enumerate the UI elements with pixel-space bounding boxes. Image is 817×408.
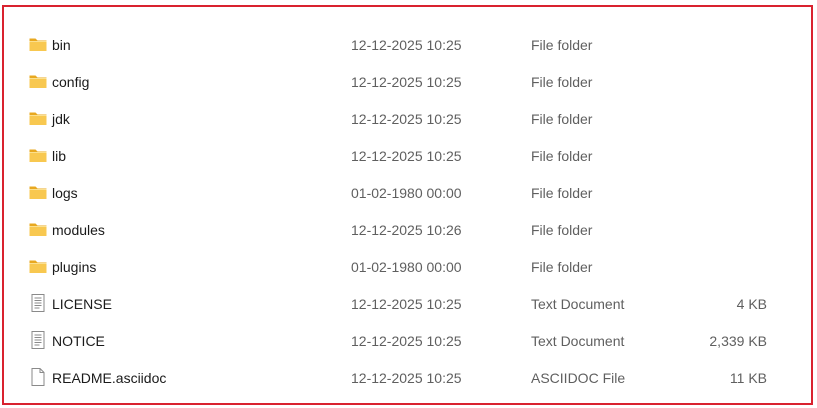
file-row-plugins[interactable]: plugins 01-02-1980 00:00 File folder xyxy=(4,249,811,286)
file-row-config[interactable]: config 12-12-2025 10:25 File folder xyxy=(4,64,811,101)
file-row-bin[interactable]: bin 12-12-2025 10:25 File folder xyxy=(4,27,811,64)
folder-icon xyxy=(28,256,48,276)
file-name: plugins xyxy=(52,259,97,275)
folder-icon xyxy=(28,108,48,128)
file-date-modified: 12-12-2025 10:25 xyxy=(351,296,462,312)
file-type: File folder xyxy=(531,222,593,238)
file-date-modified: 12-12-2025 10:25 xyxy=(351,148,462,164)
folder-icon xyxy=(28,34,48,54)
file-date-modified: 01-02-1980 00:00 xyxy=(351,259,462,275)
file-date-modified: 12-12-2025 10:25 xyxy=(351,333,462,349)
blank-file-icon xyxy=(28,367,48,387)
file-row-modules[interactable]: modules 12-12-2025 10:26 File folder xyxy=(4,212,811,249)
file-row-license[interactable]: LICENSE 12-12-2025 10:25 Text Document 4 KB xyxy=(4,286,811,323)
file-name: lib xyxy=(52,148,67,164)
file-type: File folder xyxy=(531,111,593,127)
folder-icon xyxy=(28,182,48,202)
folder-icon xyxy=(28,219,48,239)
text-document-icon xyxy=(28,293,48,313)
file-date-modified: 01-02-1980 00:00 xyxy=(351,185,462,201)
file-date-modified: 12-12-2025 10:26 xyxy=(351,222,462,238)
file-row-logs[interactable]: logs 01-02-1980 00:00 File folder xyxy=(4,175,811,212)
file-name: config xyxy=(52,74,90,90)
file-type: File folder xyxy=(531,37,593,53)
file-name: NOTICE xyxy=(52,333,105,349)
file-name: LICENSE xyxy=(52,296,112,312)
file-type: ASCIIDOC File xyxy=(531,370,626,386)
file-size: 11 KB xyxy=(729,370,767,386)
file-type: File folder xyxy=(531,185,593,201)
file-type: File folder xyxy=(531,74,593,90)
file-type: Text Document xyxy=(531,333,625,349)
file-type: Text Document xyxy=(531,296,625,312)
file-name: modules xyxy=(52,222,105,238)
file-date-modified: 12-12-2025 10:25 xyxy=(351,370,462,386)
file-size: 4 KB xyxy=(736,296,767,312)
file-size: 2,339 KB xyxy=(709,333,767,349)
file-type: File folder xyxy=(531,148,593,164)
file-row-lib[interactable]: lib 12-12-2025 10:25 File folder xyxy=(4,138,811,175)
file-row-jdk[interactable]: jdk 12-12-2025 10:25 File folder xyxy=(4,101,811,138)
folder-icon xyxy=(28,71,48,91)
file-date-modified: 12-12-2025 10:25 xyxy=(351,37,462,53)
file-name: README.asciidoc xyxy=(52,370,167,386)
file-name: bin xyxy=(52,37,71,53)
file-name: jdk xyxy=(52,111,70,127)
file-date-modified: 12-12-2025 10:25 xyxy=(351,111,462,127)
file-date-modified: 12-12-2025 10:25 xyxy=(351,74,462,90)
file-type: File folder xyxy=(531,259,593,275)
file-name: logs xyxy=(52,185,78,201)
text-document-icon xyxy=(28,330,48,350)
file-row-readme-asciidoc[interactable]: README.asciidoc 12-12-2025 10:25 ASCIIDOC … xyxy=(4,360,811,397)
file-row-notice[interactable]: NOTICE 12-12-2025 10:25 Text Document 2,339… xyxy=(4,323,811,360)
folder-icon xyxy=(28,145,48,165)
file-list-frame: bin 12-12-2025 10:25 File folder config 12-… xyxy=(2,5,813,405)
